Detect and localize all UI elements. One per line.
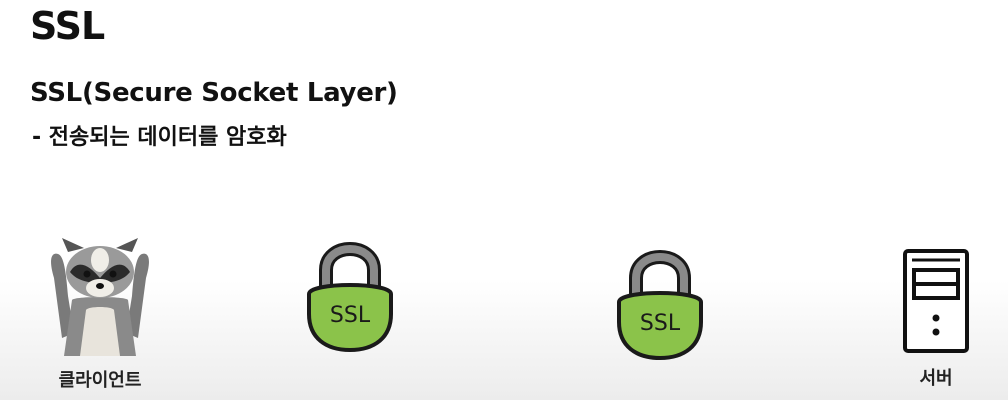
subtitle: SSL(Secure Socket Layer) — [30, 78, 398, 108]
slide-title: SSL — [30, 4, 105, 48]
client-label: 클라이언트 — [58, 370, 142, 391]
server-icon — [903, 249, 969, 353]
lock-label: SSL — [640, 311, 681, 336]
bullet-point: - 전송되는 데이터를 암호화 — [32, 125, 287, 150]
padlock-icon: SSL — [307, 242, 393, 353]
padlock-icon: SSL — [617, 250, 703, 361]
raccoon-image — [51, 238, 149, 356]
server-label: 서버 — [919, 368, 953, 389]
lock-label: SSL — [330, 303, 371, 328]
